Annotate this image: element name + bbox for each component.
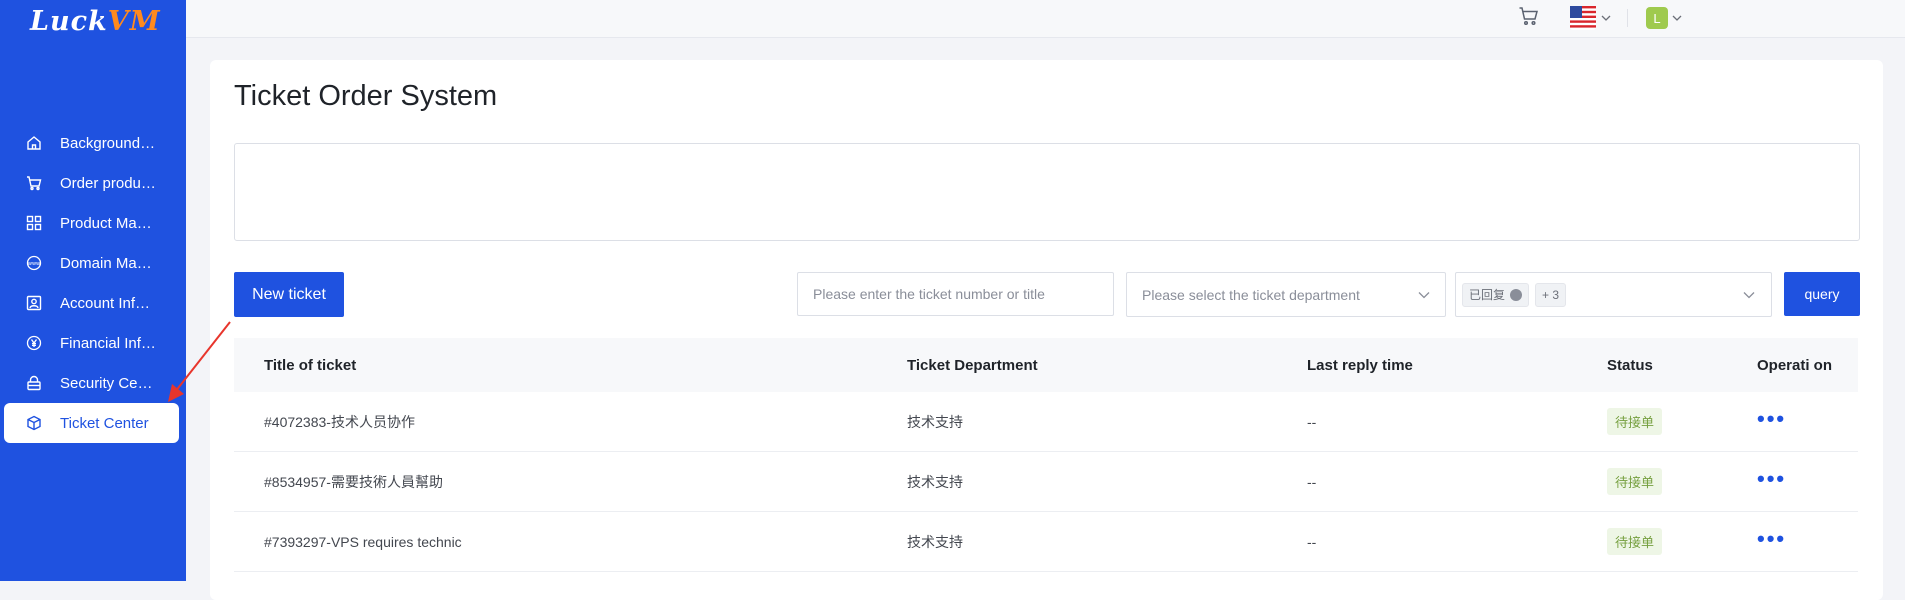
status-badge: 待接单	[1607, 408, 1663, 435]
ticket-department: 技术支持	[907, 413, 963, 430]
sidebar-item-product-management[interactable]: Product Man…	[0, 203, 186, 243]
status-more-tag: + 3	[1535, 282, 1567, 307]
us-flag-icon	[1570, 6, 1596, 30]
avatar: L	[1646, 7, 1668, 29]
sidebar-item-domain-management[interactable]: www Domain Man…	[0, 243, 186, 283]
cube-icon	[24, 413, 44, 433]
status-badge: 待接单	[1607, 528, 1663, 555]
ticket-department: 技术支持	[907, 473, 963, 490]
new-ticket-button[interactable]: New ticket	[234, 272, 344, 317]
more-options-icon[interactable]: •••	[1757, 526, 1786, 551]
chevron-down-icon	[1743, 291, 1755, 298]
www-icon: www	[24, 253, 44, 273]
table-header: Title of ticket Ticket Department Last r…	[234, 338, 1858, 392]
column-header-operation: Operati on	[1757, 356, 1833, 374]
more-options-icon[interactable]: •••	[1757, 466, 1786, 491]
ticket-last-reply: --	[1307, 413, 1317, 430]
sidebar-item-background[interactable]: Background …	[0, 123, 186, 163]
chevron-down-icon	[1418, 291, 1430, 298]
more-options-icon[interactable]: •••	[1757, 406, 1786, 431]
department-select-placeholder: Please select the ticket department	[1142, 286, 1360, 303]
chevron-down-icon	[1672, 15, 1682, 21]
sidebar-item-label: Background …	[60, 134, 158, 152]
sidebar-item-label: Product Man…	[60, 214, 158, 232]
user-card-icon	[24, 293, 44, 313]
user-menu[interactable]: L	[1646, 7, 1682, 29]
header-divider	[1627, 9, 1628, 27]
yen-icon	[24, 333, 44, 353]
sidebar-item-label: Ticket Center	[60, 414, 149, 432]
ticket-last-reply: --	[1307, 473, 1317, 490]
logo[interactable]: LuckVM	[30, 6, 161, 37]
sidebar-item-label: Financial Inf…	[60, 334, 156, 352]
sidebar-item-account-info[interactable]: Account Info…	[0, 283, 186, 323]
status-badge: 待接单	[1607, 468, 1663, 495]
column-header-title: Title of ticket	[264, 356, 357, 374]
notice-box	[234, 143, 1860, 241]
ticket-department: 技术支持	[907, 533, 963, 550]
chevron-down-icon	[1601, 15, 1611, 21]
sidebar-item-security-center[interactable]: Security Cen…	[0, 363, 186, 403]
lock-icon	[24, 373, 44, 393]
sidebar-item-label: Order produ…	[60, 174, 156, 192]
sidebar-item-ticket-center[interactable]: Ticket Center	[4, 403, 179, 443]
sidebar-item-financial-info[interactable]: Financial Inf…	[0, 323, 186, 363]
svg-text:www: www	[28, 261, 40, 267]
department-select[interactable]: Please select the ticket department	[1126, 272, 1446, 317]
status-tag: 已回复	[1462, 282, 1530, 307]
ticket-title[interactable]: #8534957-需要技術人員幫助	[234, 472, 907, 492]
sidebar-nav: Background … Order produ… Product Man… w…	[0, 123, 186, 443]
main-card: Ticket Order System New ticket Please se…	[210, 60, 1883, 600]
column-header-department: Ticket Department	[907, 356, 1038, 374]
ticket-title[interactable]: #7393297-VPS requires technic	[234, 534, 907, 550]
page-title: Ticket Order System	[234, 80, 498, 112]
cart-icon	[24, 173, 44, 193]
logo-accent-text: VM	[107, 6, 161, 37]
column-header-status: Status	[1607, 356, 1653, 374]
table-row[interactable]: #7393297-VPS requires technic 技术支持 -- 待接…	[234, 512, 1858, 572]
ticket-table: Title of ticket Ticket Department Last r…	[234, 338, 1858, 572]
status-select[interactable]: 已回复 + 3	[1455, 272, 1772, 317]
grid-icon	[24, 213, 44, 233]
tag-close-icon[interactable]	[1510, 288, 1523, 301]
home-icon	[24, 133, 44, 153]
sidebar-item-order-products[interactable]: Order produ…	[0, 163, 186, 203]
status-tag-label: 已回复	[1469, 288, 1506, 302]
logo-text: Luck	[30, 6, 108, 37]
ticket-last-reply: --	[1307, 533, 1317, 550]
query-button[interactable]: query	[1784, 272, 1860, 316]
sidebar: LuckVM Background … Order produ… Product…	[0, 0, 186, 581]
table-row[interactable]: #8534957-需要技術人員幫助 技术支持 -- 待接单 •••	[234, 452, 1858, 512]
search-input[interactable]	[797, 272, 1114, 316]
table-row[interactable]: #4072383-技术人员协作 技术支持 -- 待接单 •••	[234, 392, 1858, 452]
sidebar-item-label: Security Cen…	[60, 374, 158, 392]
ticket-title[interactable]: #4072383-技术人员协作	[234, 412, 907, 432]
language-selector[interactable]	[1570, 6, 1611, 30]
sidebar-item-label: Account Info…	[60, 294, 158, 312]
column-header-last-reply: Last reply time	[1307, 356, 1413, 374]
annotation-arrow-icon	[168, 321, 231, 402]
sidebar-item-label: Domain Man…	[60, 254, 158, 272]
shopping-cart-icon[interactable]	[1518, 5, 1540, 32]
